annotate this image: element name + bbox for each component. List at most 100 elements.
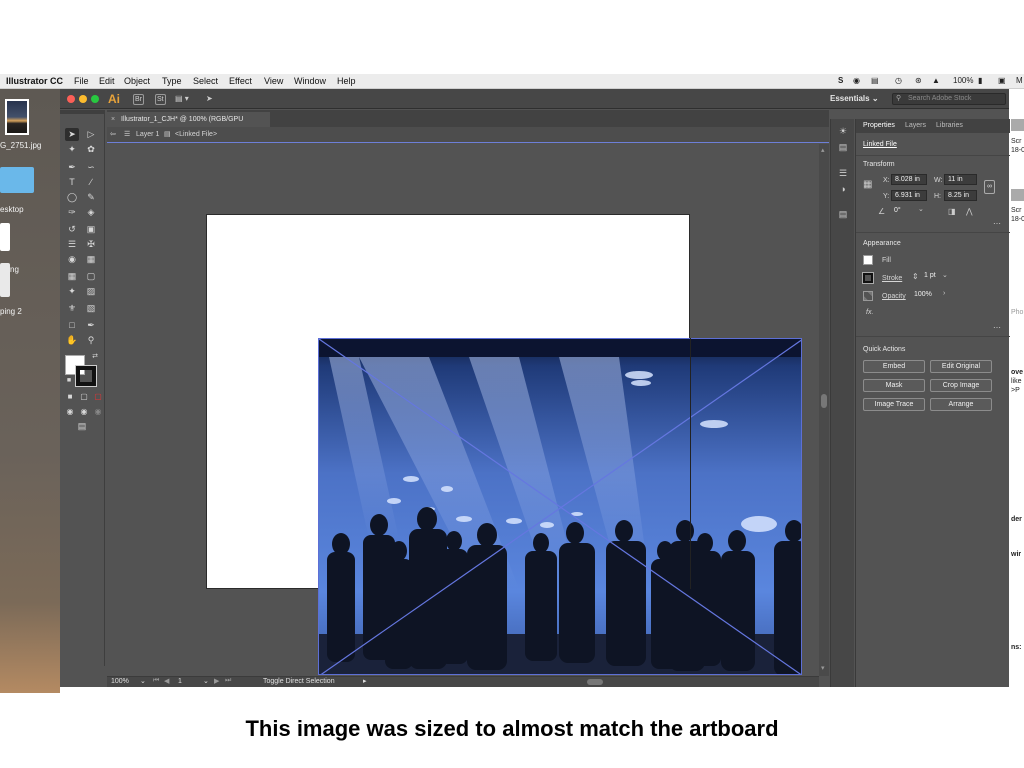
minimize-window-button[interactable] bbox=[79, 95, 87, 103]
menu-window[interactable]: Window bbox=[294, 76, 326, 86]
align-panel-icon[interactable]: ▤ bbox=[837, 208, 849, 220]
column-graph-tool-icon[interactable]: ▧ bbox=[84, 302, 98, 315]
zoom-level[interactable]: 100% bbox=[111, 678, 129, 685]
eyedropper-tool-icon[interactable]: ✦ bbox=[65, 285, 79, 298]
fx-button[interactable]: fx. bbox=[866, 309, 873, 316]
vertical-scrollbar[interactable]: ▴ ▾ bbox=[819, 144, 829, 676]
tab-layers[interactable]: Layers bbox=[905, 122, 926, 129]
magic-wand-tool-icon[interactable]: ✦ bbox=[65, 143, 79, 156]
stroke-panel-icon[interactable]: ☰ bbox=[837, 167, 849, 179]
workspace-switcher[interactable]: Essentials ⌄ bbox=[830, 94, 879, 103]
stroke-stepper-icon[interactable]: ⇕ bbox=[912, 272, 919, 281]
tab-libraries[interactable]: Libraries bbox=[936, 122, 963, 129]
prev-artboard-icon[interactable]: ◀ bbox=[164, 677, 169, 685]
zoom-dropdown-icon[interactable]: ⌄ bbox=[140, 677, 146, 685]
fill-color-swatch[interactable] bbox=[863, 255, 873, 265]
close-tab-icon[interactable]: × bbox=[111, 112, 115, 127]
close-window-button[interactable] bbox=[67, 95, 75, 103]
draw-inside-icon[interactable]: ◉ bbox=[91, 405, 105, 418]
selection-tool-icon[interactable]: ➤ bbox=[65, 128, 79, 141]
width-field[interactable]: 11 in bbox=[944, 174, 977, 185]
stroke-label[interactable]: Stroke bbox=[882, 275, 902, 282]
flip-horizontal-icon[interactable]: ◨ bbox=[948, 207, 956, 216]
type-tool-icon[interactable]: T bbox=[65, 176, 79, 189]
y-field[interactable]: 6.931 in bbox=[891, 190, 927, 201]
direct-selection-tool-icon[interactable]: ▷ bbox=[84, 128, 98, 141]
bluetooth-icon[interactable]: ⊛ bbox=[915, 76, 922, 85]
gradient-panel-icon[interactable]: ◑ bbox=[837, 183, 849, 195]
rotate-dropdown-icon[interactable]: ⌄ bbox=[918, 205, 924, 213]
arrange-documents-icon[interactable]: ▤ ▾ bbox=[175, 94, 189, 105]
more-options-icon[interactable]: ⋯ bbox=[993, 219, 1001, 228]
isolation-layer-name[interactable]: Layer 1 bbox=[136, 131, 159, 138]
battery-icon[interactable]: ▮ bbox=[978, 76, 982, 85]
gpu-performance-icon[interactable]: ➤ bbox=[206, 94, 213, 105]
status-menu-icon[interactable]: ▸ bbox=[363, 677, 367, 685]
isolation-object-name[interactable]: <Linked File> bbox=[175, 131, 217, 138]
shape-builder-tool-icon[interactable]: ◉ bbox=[65, 253, 79, 266]
draw-behind-icon[interactable]: ◉ bbox=[77, 405, 91, 418]
next-artboard-icon[interactable]: ▶ bbox=[214, 677, 219, 685]
app-menu[interactable]: Illustrator CC bbox=[6, 76, 63, 86]
color-guide-icon[interactable]: ▤ bbox=[837, 141, 849, 153]
rotate-field[interactable]: 0° bbox=[891, 206, 917, 217]
warp-tool-icon[interactable]: ☰ bbox=[65, 238, 79, 251]
hand-tool-icon[interactable]: ✋ bbox=[65, 334, 79, 347]
stroke-color-swatch[interactable] bbox=[862, 272, 874, 284]
rotate-tool-icon[interactable]: ↺ bbox=[65, 223, 79, 236]
artboard-dropdown-icon[interactable]: ⌄ bbox=[203, 677, 209, 685]
mask-button[interactable]: Mask bbox=[863, 379, 925, 392]
menu-object[interactable]: Object bbox=[124, 76, 150, 86]
stroke-swatch[interactable] bbox=[75, 365, 97, 387]
screen-mode-icon[interactable]: ▤ bbox=[75, 420, 89, 433]
creative-cloud-icon[interactable]: ◉ bbox=[853, 76, 860, 85]
perspective-grid-tool-icon[interactable]: ▦ bbox=[84, 253, 98, 266]
flip-vertical-icon[interactable]: ⋀ bbox=[966, 207, 973, 216]
blend-tool-icon[interactable]: ▨ bbox=[84, 285, 98, 298]
stock-search-input[interactable]: ⚲ Search Adobe Stock bbox=[892, 93, 1006, 105]
opacity-label[interactable]: Opacity bbox=[882, 293, 906, 300]
lasso-tool-icon[interactable]: ✿ bbox=[84, 143, 98, 156]
linked-image-aquarium[interactable] bbox=[318, 338, 802, 675]
menu-file[interactable]: File bbox=[74, 76, 89, 86]
symbol-sprayer-tool-icon[interactable]: ⚜ bbox=[65, 302, 79, 315]
draw-normal-icon[interactable]: ◉ bbox=[63, 405, 77, 418]
canvas[interactable] bbox=[107, 144, 819, 676]
height-field[interactable]: 8.25 in bbox=[944, 190, 977, 201]
horizontal-scroll-thumb[interactable] bbox=[587, 679, 603, 685]
image-trace-button[interactable]: Image Trace bbox=[863, 398, 925, 411]
stroke-weight-field[interactable]: 1 pt bbox=[921, 271, 939, 282]
folder-icon[interactable] bbox=[0, 167, 34, 193]
gradient-tool-icon[interactable]: ▢ bbox=[84, 270, 98, 283]
display-icon[interactable]: ▣ bbox=[998, 76, 1006, 85]
line-tool-icon[interactable]: ∕ bbox=[84, 176, 98, 189]
arrange-button[interactable]: Arrange bbox=[930, 398, 992, 411]
eraser-tool-icon[interactable]: ◈ bbox=[84, 206, 98, 219]
script-icon[interactable]: S bbox=[838, 76, 843, 85]
menu-edit[interactable]: Edit bbox=[99, 76, 115, 86]
menu-select[interactable]: Select bbox=[193, 76, 218, 86]
scroll-up-icon[interactable]: ▴ bbox=[821, 146, 825, 154]
scale-tool-icon[interactable]: ▣ bbox=[84, 223, 98, 236]
reference-point-icon[interactable]: ▦ bbox=[863, 179, 872, 190]
mesh-tool-icon[interactable]: ▦ bbox=[65, 270, 79, 283]
document-icon[interactable] bbox=[0, 223, 10, 251]
first-artboard-icon[interactable]: ⏮ bbox=[153, 677, 159, 685]
stock-button[interactable]: St bbox=[155, 94, 166, 105]
swap-fill-stroke-icon[interactable]: ⇄ bbox=[88, 350, 102, 363]
last-artboard-icon[interactable]: ⏭ bbox=[225, 677, 231, 685]
default-fill-stroke-icon[interactable]: ■ bbox=[62, 374, 76, 387]
more-appearance-icon[interactable]: ⋯ bbox=[993, 323, 1001, 332]
artboard-tool-icon[interactable]: □ bbox=[65, 319, 79, 332]
tab-properties[interactable]: Properties bbox=[863, 122, 895, 129]
scroll-down-icon[interactable]: ▾ bbox=[821, 664, 825, 672]
none-mode-icon[interactable]: ▢ bbox=[91, 390, 105, 403]
document-tab[interactable]: × Illustrator_1_CJH* @ 100% (RGB/GPU Pre… bbox=[107, 112, 270, 138]
pencil-tool-icon[interactable]: ✎ bbox=[84, 191, 98, 204]
edit-original-button[interactable]: Edit Original bbox=[930, 360, 992, 373]
stroke-dropdown-icon[interactable]: ⌄ bbox=[942, 271, 948, 279]
pen-tool-icon[interactable]: ✒ bbox=[65, 161, 79, 174]
color-panel-icon[interactable]: ☀ bbox=[837, 125, 849, 137]
zoom-window-button[interactable] bbox=[91, 95, 99, 103]
menu-type[interactable]: Type bbox=[162, 76, 182, 86]
